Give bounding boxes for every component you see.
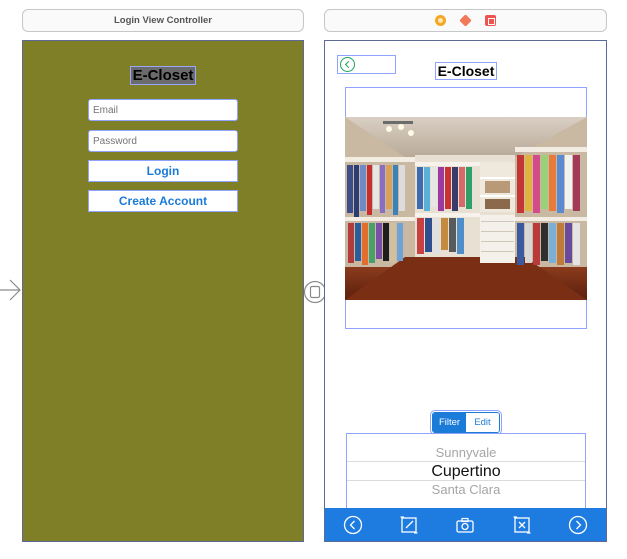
trash-icon[interactable] bbox=[512, 515, 532, 535]
closet-title-label: E-Closet bbox=[435, 62, 497, 80]
exit-icon[interactable] bbox=[485, 15, 496, 26]
password-field[interactable] bbox=[88, 130, 238, 152]
forward-circle-icon[interactable] bbox=[568, 515, 588, 535]
login-button[interactable]: Login bbox=[88, 160, 238, 182]
segment-edit[interactable]: Edit bbox=[466, 413, 499, 432]
login-title-label: E-Closet bbox=[130, 66, 196, 85]
picker-row-selected[interactable]: Cupertino bbox=[347, 461, 585, 481]
compose-icon[interactable] bbox=[399, 515, 419, 535]
location-picker[interactable]: Sunnyvale Cupertino Santa Clara bbox=[346, 433, 586, 509]
picker-row[interactable]: Santa Clara bbox=[347, 482, 585, 497]
email-field[interactable] bbox=[88, 99, 238, 121]
back-circle-icon bbox=[340, 57, 355, 72]
closet-scene-header[interactable] bbox=[324, 9, 607, 32]
picker-row[interactable]: Sunnyvale bbox=[347, 445, 585, 460]
login-scene-header[interactable]: Login View Controller bbox=[22, 9, 304, 32]
back-button[interactable] bbox=[337, 55, 396, 74]
create-account-button[interactable]: Create Account bbox=[88, 190, 238, 212]
back-circle-icon[interactable] bbox=[343, 515, 363, 535]
segment-filter[interactable]: Filter bbox=[433, 413, 466, 432]
closet-photo bbox=[345, 117, 587, 300]
bottom-toolbar bbox=[325, 508, 606, 541]
entry-point-arrow-icon bbox=[0, 279, 21, 301]
scene-title: Login View Controller bbox=[114, 15, 212, 26]
first-responder-icon[interactable] bbox=[459, 14, 472, 27]
camera-icon[interactable] bbox=[455, 515, 475, 535]
view-controller-icon[interactable] bbox=[435, 15, 446, 26]
filter-edit-segmented-control[interactable]: Filter Edit bbox=[430, 410, 502, 435]
